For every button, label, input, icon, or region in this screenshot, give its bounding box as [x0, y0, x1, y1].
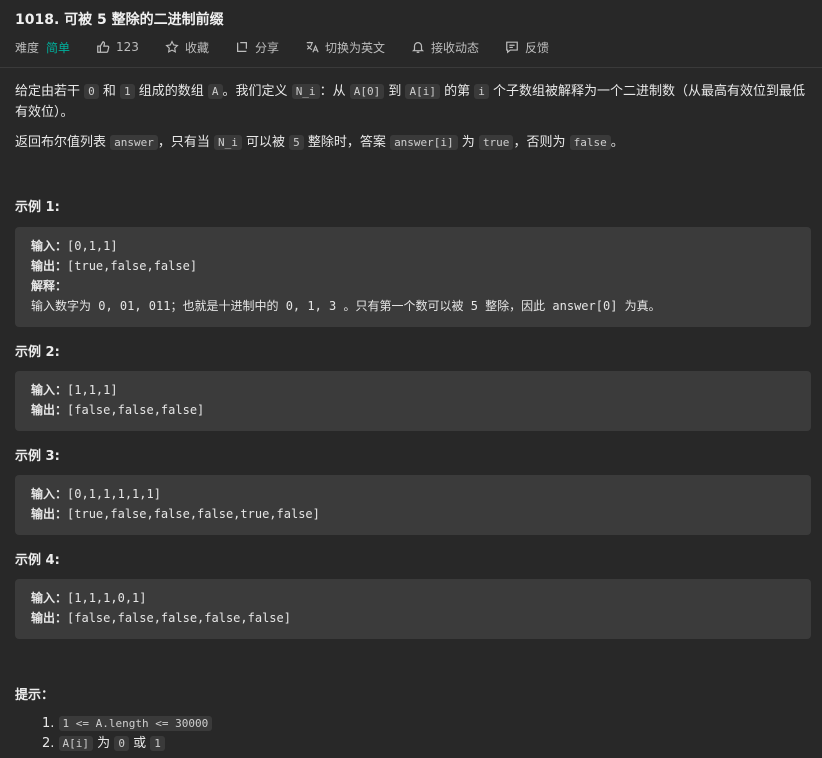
inline-code: 1 <= A.length <= 30000	[58, 716, 213, 731]
share-icon	[236, 42, 247, 52]
share-button[interactable]: 分享	[235, 39, 279, 56]
inline-code: N_i	[214, 135, 242, 150]
favorite-label: 收藏	[184, 40, 209, 55]
favorite-button[interactable]: 收藏	[165, 39, 209, 56]
problem-meta-bar: 难度 简单 123 收藏 分享 切换为英文 接收动态 反馈	[15, 38, 575, 56]
notify-label: 接收动态	[430, 40, 479, 55]
feedback-icon	[506, 41, 518, 54]
example-3-block: 输入：[0,1,1,1,1,1] 输出：[true,false,false,fal…	[15, 475, 811, 535]
translate-label: 切换为英文	[324, 40, 385, 55]
example-line: 解释：	[31, 276, 795, 296]
inline-code: A	[207, 84, 223, 99]
example-line-value: [1,1,1]	[67, 383, 118, 397]
example-line-value: [0,1,1]	[67, 239, 118, 253]
example-1-block: 输入：[0,1,1] 输出：[true,false,false] 解释： 输入数字为 …	[15, 227, 811, 327]
translate-icon	[306, 41, 319, 53]
example-2-title: 示例 2:	[15, 345, 60, 360]
star-icon	[165, 40, 179, 53]
example-line-label: 输出：	[31, 611, 68, 625]
example-2-block: 输入：[1,1,1] 输出：[false,false,false]	[15, 371, 811, 431]
example-1-title: 示例 1:	[15, 200, 60, 215]
description-paragraph-2: 返回布尔值列表 answer ，只有当 N_i 可以被 5 整除时，答案 answ…	[15, 135, 624, 150]
inline-code: 5	[289, 135, 304, 150]
example-line: 输入：[1,1,1]	[31, 380, 795, 400]
inline-code: 1	[150, 736, 165, 751]
example-line-label: 输出：	[31, 507, 68, 521]
example-4-title: 示例 4:	[15, 553, 60, 568]
like-count: 123	[116, 40, 139, 54]
inline-code: N_i	[291, 84, 320, 99]
inline-code: A[i]	[405, 84, 440, 99]
example-line: 输出：[true,false,false,false,true,false]	[31, 504, 795, 524]
example-line-value: [true,false,false,false,true,false]	[67, 507, 320, 521]
inline-code: true	[478, 135, 514, 150]
example-line: 输出：[true,false,false]	[31, 256, 795, 276]
header-divider	[0, 67, 822, 68]
example-line-value: [0,1,1,1,1,1]	[67, 487, 161, 501]
hint-item-1: 1. 1 <= A.length <= 30000	[42, 714, 213, 734]
example-line-label: 输入：	[31, 487, 68, 501]
example-line-value: [true,false,false]	[67, 259, 198, 273]
hint-number: 1.	[42, 716, 59, 731]
inline-code: 1	[120, 84, 135, 99]
example-line-label: 输出：	[31, 259, 68, 273]
example-line-value: [false,false,false,false,false]	[67, 611, 291, 625]
share-label: 分享	[254, 40, 279, 55]
hint-item-2: 2. A[i] 为 0 或 1	[42, 734, 212, 754]
hints-list: 1. 1 <= A.length <= 30000 2. A[i] 为 0 或 …	[42, 714, 213, 754]
thumbs-up-icon	[97, 41, 110, 53]
inline-code: A[0]	[349, 84, 385, 99]
inline-code: answer	[110, 135, 158, 150]
inline-code: A[i]	[58, 736, 94, 751]
example-line-value: [1,1,1,0,1]	[67, 591, 147, 605]
difficulty-value: 简单	[46, 40, 71, 55]
inline-code: 0	[84, 84, 99, 99]
hints-title: 提示：	[15, 688, 55, 703]
example-4-block: 输入：[1,1,1,0,1] 输出：[false,false,false,fals…	[15, 579, 811, 639]
inline-code: false	[569, 135, 611, 150]
example-line-label: 输入：	[31, 591, 68, 605]
notify-button[interactable]: 接收动态	[411, 39, 479, 56]
feedback-label: 反馈	[525, 40, 550, 55]
example-line: 输出：[false,false,false]	[31, 400, 795, 420]
difficulty: 难度 简单	[15, 39, 70, 56]
example-3-title: 示例 3:	[15, 449, 60, 464]
bell-icon	[411, 42, 425, 53]
example-line: 输入：[0,1,1,1,1,1]	[31, 484, 795, 504]
hint-number: 2.	[42, 736, 59, 751]
difficulty-label: 难度	[15, 40, 40, 55]
inline-code: answer[i]	[390, 135, 458, 150]
example-line-label: 解释：	[31, 279, 68, 293]
example-line-value: [false,false,false]	[67, 403, 205, 417]
inline-code: i	[474, 84, 489, 99]
description-paragraph-1: 给定由若干 0 和 1 组成的数组 A 。我们定义 N_i ：从 A[0] 到 A[…	[15, 84, 805, 120]
translate-button[interactable]: 切换为英文	[305, 39, 385, 56]
problem-title: 1018. 可被 5 整除的二进制前缀	[15, 12, 224, 28]
example-line-label: 输入：	[31, 239, 68, 253]
example-line: 输出：[false,false,false,false,false]	[31, 608, 795, 628]
example-line: 输入：[0,1,1]	[31, 236, 795, 256]
example-line-label: 输出：	[31, 403, 68, 417]
example-line-value: 输入数字为 0, 01, 011；也就是十进制中的 0, 1, 3 。只有第一个…	[31, 299, 661, 313]
inline-code: 0	[114, 736, 129, 751]
example-line: 输入数字为 0, 01, 011；也就是十进制中的 0, 1, 3 。只有第一个…	[31, 296, 795, 316]
like-button[interactable]: 123	[96, 40, 139, 54]
feedback-button[interactable]: 反馈	[505, 39, 549, 56]
example-line-label: 输入：	[31, 383, 68, 397]
example-line: 输入：[1,1,1,0,1]	[31, 588, 795, 608]
